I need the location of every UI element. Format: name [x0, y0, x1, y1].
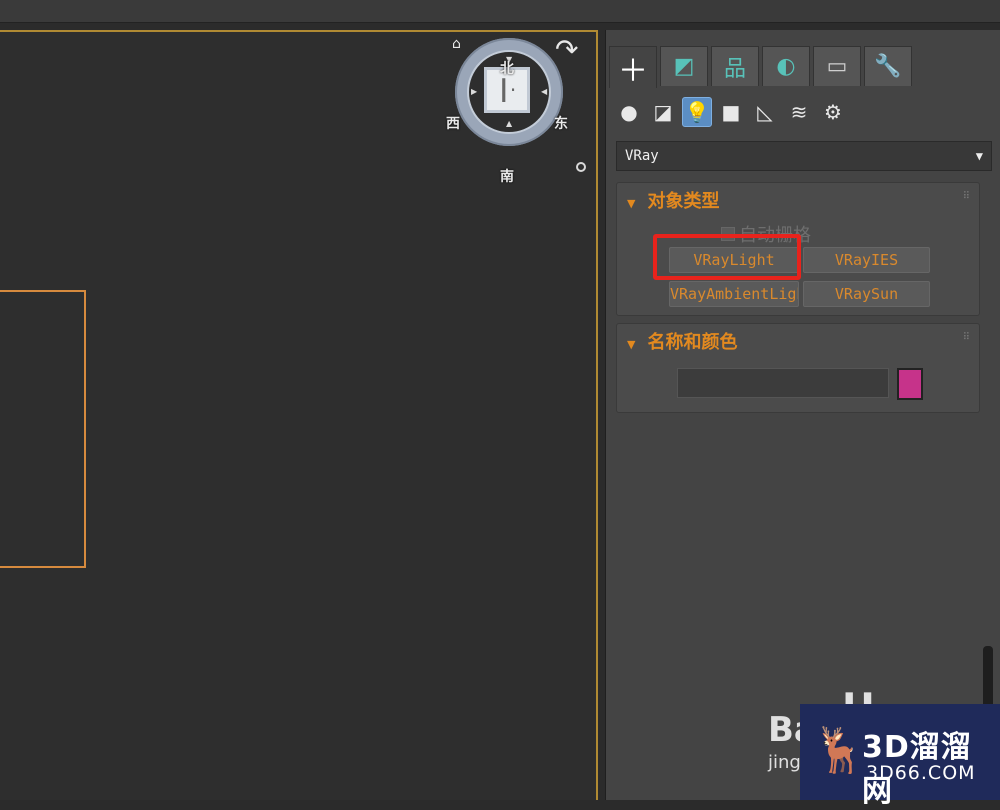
vrayies-button[interactable]: VRayIES — [803, 247, 930, 273]
compass-west: 西 — [446, 116, 460, 132]
cameras-icon[interactable]: ■ — [716, 97, 746, 127]
systems-icon[interactable]: ⚙ — [818, 97, 848, 127]
modify-icon: ◩ — [673, 54, 695, 79]
helpers-icon[interactable]: ◺ — [750, 97, 780, 127]
selected-object-outline[interactable] — [0, 290, 86, 568]
object-type-header[interactable]: ▼ 对象类型 — [627, 187, 719, 213]
top-toolbar — [0, 0, 1000, 23]
rollout-grip-icon[interactable]: ⠿ — [963, 332, 970, 343]
tab-modify[interactable]: ◩ — [660, 46, 708, 86]
hierarchy-icon: 品 — [723, 56, 746, 82]
compass-south: 南 — [500, 169, 514, 185]
tab-display[interactable]: ▭ — [813, 46, 861, 86]
site-watermark: 🦌 3D溜溜网 3D66.COM — [800, 704, 1000, 809]
plus-icon: ＋ — [618, 53, 648, 89]
chevron-down-icon: ▼ — [975, 149, 983, 163]
space-warps-icon[interactable]: ≋ — [784, 97, 814, 127]
compass-north: 北 — [500, 61, 514, 77]
object-type-title: 对象类型 — [647, 191, 720, 212]
command-panel: ＋ ◩ 品 ◐ ▭ 🔧 ● ◪ 💡 ■ ◺ ≋ ⚙ VRay ▼ ▼ 对象类型 ⠿… — [605, 30, 1000, 800]
viewcube-left-arrow-icon[interactable]: ▶ — [471, 87, 477, 96]
collapse-triangle-icon: ▼ — [627, 197, 636, 210]
name-and-color-title: 名称和颜色 — [647, 332, 738, 353]
tab-hierarchy[interactable]: 品 — [711, 46, 759, 86]
collapse-triangle-icon: ▼ — [627, 338, 636, 351]
vrayambientlight-button[interactable]: VRayAmbientLight — [669, 281, 799, 307]
lights-icon[interactable]: 💡 — [682, 97, 712, 127]
compass-east: 东 — [554, 116, 568, 132]
tab-create[interactable]: ＋ — [609, 46, 657, 89]
object-color-swatch[interactable] — [897, 368, 923, 400]
viewcube-down-arrow-icon[interactable]: ▲ — [506, 119, 512, 128]
light-category-dropdown[interactable]: VRay ▼ — [616, 141, 992, 171]
name-and-color-header[interactable]: ▼ 名称和颜色 — [627, 328, 737, 354]
wrench-icon: 🔧 — [874, 54, 902, 79]
viewcube-right-arrow-icon[interactable]: ◀ — [541, 87, 547, 96]
tab-utilities[interactable]: 🔧 — [864, 46, 912, 86]
object-name-field[interactable] — [677, 368, 889, 398]
deer-logo-icon: 🦌 — [812, 725, 867, 776]
baidu-subtext: jing — [768, 752, 801, 773]
viewcube-menu-icon[interactable] — [576, 162, 586, 172]
command-panel-tabs: ＋ ◩ 品 ◐ ▭ 🔧 — [609, 46, 912, 89]
home-icon[interactable]: ⌂ — [452, 36, 468, 52]
motion-icon: ◐ — [776, 54, 796, 79]
name-and-color-rollout: ▼ 名称和颜色 ⠿ — [616, 323, 980, 413]
tab-motion[interactable]: ◐ — [762, 46, 810, 86]
rollout-grip-icon[interactable]: ⠿ — [963, 191, 970, 202]
display-icon: ▭ — [826, 54, 848, 79]
viewcube[interactable]: ┃· ▼ ▲ ▶ ◀ — [455, 38, 563, 146]
vraysun-button[interactable]: VRaySun — [803, 281, 930, 307]
create-category-tabs: ● ◪ 💡 ■ ◺ ≋ ⚙ — [614, 96, 848, 128]
vraylight-highlight-annotation — [653, 234, 801, 280]
rotate-icon[interactable]: ↷ — [555, 33, 595, 73]
geometry-icon[interactable]: ● — [614, 97, 644, 127]
shapes-icon[interactable]: ◪ — [648, 97, 678, 127]
dropdown-selected-value: VRay — [625, 148, 659, 164]
watermark-site: 3D66.COM — [866, 762, 976, 784]
